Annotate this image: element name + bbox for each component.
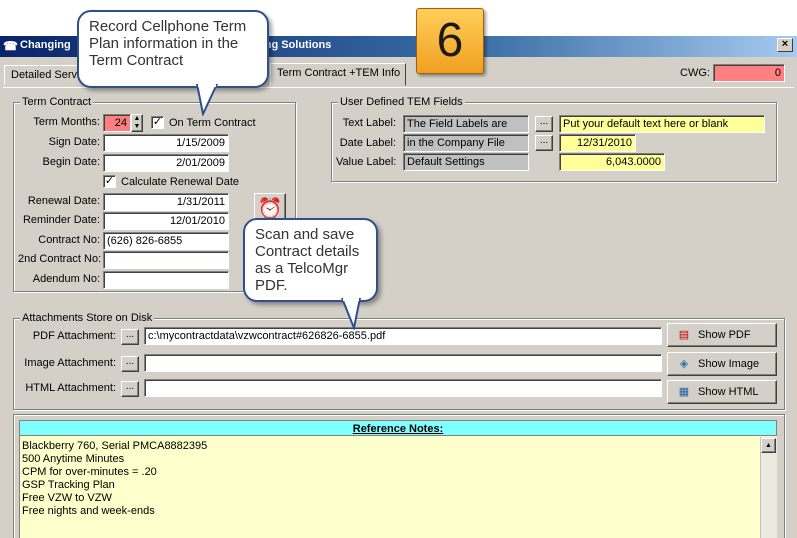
- text-label-browse-button[interactable]: ...: [535, 116, 553, 132]
- contract2-field[interactable]: [103, 251, 229, 269]
- text-label-name-field[interactable]: The Field Labels are: [403, 115, 529, 133]
- date-label-browse-button[interactable]: ...: [535, 135, 553, 151]
- pdf-attachment-label: PDF Attachment:: [32, 330, 116, 342]
- alarm-clock-icon: ⏰: [257, 198, 283, 220]
- show-html-label: Show HTML: [698, 386, 759, 398]
- term-months-field[interactable]: 24: [103, 114, 131, 132]
- value-label-name-field[interactable]: Default Settings: [403, 153, 529, 171]
- sign-date-label: Sign Date:: [48, 136, 100, 148]
- on-term-checkbox[interactable]: ✓: [151, 116, 164, 129]
- note-line: CPM for over-minutes = .20: [22, 466, 157, 478]
- show-pdf-label: Show PDF: [698, 329, 751, 341]
- scroll-up-button[interactable]: ▲: [761, 438, 776, 453]
- note-line: Free nights and week-ends: [22, 505, 155, 517]
- addendum-field[interactable]: [103, 271, 229, 289]
- note-line: 500 Anytime Minutes: [22, 453, 125, 465]
- cwg-label: CWG:: [680, 67, 710, 79]
- show-image-button[interactable]: ◈ Show Image: [667, 352, 777, 376]
- renewal-date-field[interactable]: 1/31/2011: [103, 193, 229, 211]
- term-months-spinner[interactable]: ▲ ▼: [131, 114, 143, 132]
- callout-scan-pdf: Scan and save Contract details as a Telc…: [243, 218, 378, 302]
- text-label-label: Text Label:: [342, 117, 396, 129]
- calc-renewal-label: Calculate Renewal Date: [121, 176, 240, 188]
- image-path-field[interactable]: [144, 354, 662, 372]
- image-browse-button[interactable]: ...: [121, 356, 139, 372]
- cwg-field[interactable]: 0: [713, 64, 785, 82]
- addendum-label: Adendum No:: [32, 273, 100, 285]
- callout-term-contract: Record Cellphone Term Plan information i…: [77, 10, 269, 88]
- tab-detailed-service[interactable]: Detailed Serv: [4, 65, 84, 85]
- begin-date-label: Begin Date:: [42, 156, 100, 168]
- callout-term-contract-pointer: [195, 84, 219, 116]
- contract-no-field[interactable]: (626) 826-6855: [103, 232, 229, 250]
- callout-scan-pdf-pointer: [340, 298, 362, 330]
- html-document-icon: ▦: [678, 386, 690, 398]
- html-browse-button[interactable]: ...: [121, 381, 139, 397]
- reference-notes-textarea[interactable]: Blackberry 760, Serial PMCA8882395 500 A…: [19, 436, 777, 538]
- pdf-path-field[interactable]: c:\mycontractdata\vzwcontract#626826-685…: [144, 327, 662, 345]
- reminder-date-label: Reminder Date:: [22, 214, 100, 226]
- pdf-icon: ▤: [678, 329, 690, 341]
- step-badge: 6: [416, 8, 484, 74]
- begin-date-field[interactable]: 2/01/2009: [103, 154, 229, 172]
- date-label-name-field[interactable]: in the Company File: [403, 134, 529, 152]
- term-months-label: Term Months:: [33, 116, 100, 128]
- contract2-label: 2nd Contract No:: [18, 253, 102, 265]
- html-attachment-label: HTML Attachment:: [25, 382, 116, 394]
- tem-fields-group: User Defined TEM Fields: [331, 96, 777, 182]
- value-value-field[interactable]: 6,043.0000: [559, 153, 665, 171]
- tab-term-contract[interactable]: Term Contract +TEM Info: [270, 63, 406, 86]
- contract-no-label: Contract No:: [38, 234, 100, 246]
- text-value-field[interactable]: Put your default text here or blank: [559, 115, 765, 133]
- window-title: Changing: [20, 39, 71, 51]
- renewal-date-label: Renewal Date:: [27, 195, 100, 207]
- html-path-field[interactable]: [144, 379, 662, 397]
- sign-date-field[interactable]: 1/15/2009: [103, 134, 229, 152]
- show-pdf-button[interactable]: ▤ Show PDF: [667, 323, 777, 347]
- reference-notes-header: Reference Notes:: [19, 420, 777, 436]
- attachments-group-title: Attachments Store on Disk: [20, 312, 155, 324]
- term-contract-group-title: Term Contract: [20, 96, 94, 108]
- show-html-button[interactable]: ▦ Show HTML: [667, 380, 777, 404]
- image-attachment-label: Image Attachment:: [24, 357, 116, 369]
- image-icon: ◈: [679, 358, 689, 370]
- value-label-label: Value Label:: [336, 156, 397, 168]
- phone-icon: ☎: [3, 39, 18, 53]
- calc-renewal-checkbox[interactable]: ✓: [103, 175, 116, 188]
- scroll-up-icon: ▲: [765, 442, 772, 449]
- date-value-field[interactable]: 12/31/2010: [559, 134, 636, 152]
- show-image-label: Show Image: [698, 358, 760, 370]
- on-term-label: On Term Contract: [169, 117, 256, 129]
- pdf-browse-button[interactable]: ...: [121, 329, 139, 345]
- note-line: GSP Tracking Plan: [22, 479, 115, 491]
- tem-fields-group-title: User Defined TEM Fields: [338, 96, 465, 108]
- date-label-label: Date Label:: [339, 137, 396, 149]
- note-line: Free VZW to VZW: [22, 492, 112, 504]
- note-line: Blackberry 760, Serial PMCA8882395: [22, 440, 208, 452]
- reminder-date-field[interactable]: 12/01/2010: [103, 212, 229, 230]
- close-button[interactable]: ×: [777, 38, 793, 52]
